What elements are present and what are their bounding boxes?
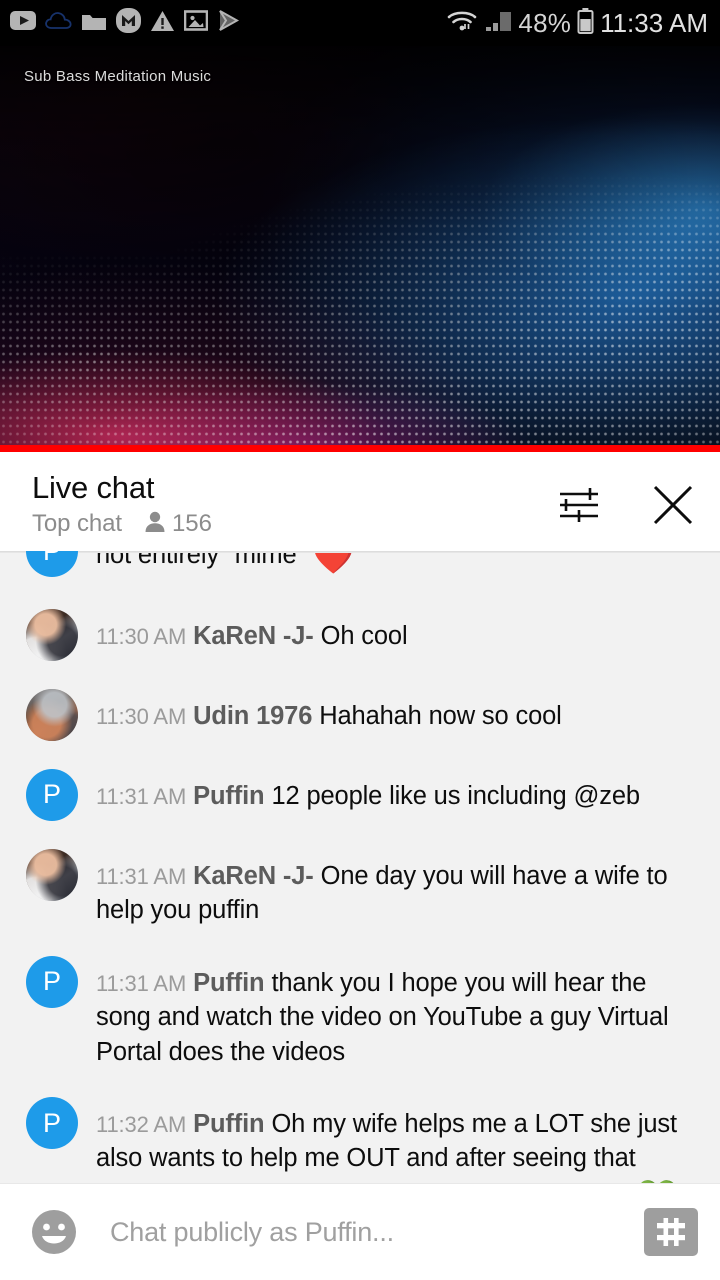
photo-icon	[183, 10, 209, 36]
status-bar: 48% 11:33 AM	[0, 0, 720, 46]
warning-icon	[150, 10, 175, 37]
chat-message-author[interactable]: KaReN -J-	[193, 862, 314, 890]
chat-message[interactable]: P 11:31 AM Puffin 12 people like us includi…	[0, 768, 720, 821]
tune-icon[interactable]	[556, 482, 602, 528]
chat-message-text: Oh cool	[320, 621, 408, 650]
wifi-icon	[446, 8, 478, 39]
chat-message-text: 12 people like us including @zeb	[271, 781, 640, 810]
chat-message[interactable]: 11:31 AM KaReN -J- One day you will have a…	[0, 848, 720, 928]
avatar[interactable]	[26, 608, 78, 661]
live-chat-subheader: Top chat 156	[32, 510, 212, 539]
video-title: Sub Bass Meditation Music	[24, 68, 212, 85]
chat-list-divider	[0, 551, 720, 553]
chat-message-timestamp: 11:32 AM	[96, 1112, 187, 1137]
chat-message-author[interactable]: Udin 1976	[193, 702, 312, 730]
chat-message[interactable]: 11:30 AM Udin 1976 Hahahah now so cool	[0, 688, 720, 741]
chat-message-body: 11:31 AM KaReN -J- One day you will have a…	[96, 849, 702, 928]
chat-message[interactable]: P 11:32 AM Puffin Oh my wife helps me a LOT…	[0, 1097, 720, 1183]
avatar-initial: P	[26, 955, 78, 1008]
chat-message-timestamp: 11:30 AM	[96, 623, 187, 649]
avatar[interactable]: P	[26, 551, 78, 577]
avatar[interactable]	[26, 848, 78, 901]
chat-message-author[interactable]: Puffin	[193, 782, 264, 810]
viewer-count-label: 156	[171, 510, 212, 538]
phone-screen: 48% 11:33 AM Sub Bass Meditation Music L…	[0, 0, 720, 1280]
dollar-icon[interactable]	[644, 1208, 698, 1256]
avatar-initial: P	[26, 1097, 78, 1149]
live-chat-titles: Live chat Top chat 156	[32, 470, 212, 539]
close-icon[interactable]	[650, 482, 696, 528]
chat-message[interactable]: Pnot entirely "mime" ❤️	[0, 551, 720, 581]
clock-label: 11:33 AM	[600, 8, 708, 38]
play-store-icon	[217, 9, 240, 37]
chat-mode-label[interactable]: Top chat	[32, 510, 122, 538]
avatar-photo	[26, 848, 78, 901]
chat-message-body: 11:30 AM Udin 1976 Hahahah now so cool	[96, 689, 702, 733]
page-title: Live chat	[32, 470, 155, 506]
battery-icon	[577, 7, 594, 39]
avatar-initial: P	[26, 551, 78, 577]
video-player[interactable]: Sub Bass Meditation Music	[0, 46, 720, 452]
avatar-photo	[26, 688, 78, 741]
chat-message-text: Hahahah now so cool	[319, 701, 562, 730]
emoji-smile-icon[interactable]	[28, 1206, 80, 1258]
status-bar-system-icons: 48% 11:33 AM	[446, 7, 708, 39]
chat-message-emoji: 💚	[636, 1176, 678, 1183]
mega-icon	[116, 8, 141, 38]
chat-message-timestamp: 11:31 AM	[96, 970, 187, 996]
live-chat-header: Live chat Top chat 156	[0, 459, 720, 551]
status-bar-notification-icons	[10, 8, 240, 38]
chat-message-body: 11:31 AM Puffin 12 people like us includin…	[96, 769, 702, 813]
chat-input-bar	[0, 1183, 720, 1280]
avatar-photo	[26, 608, 78, 661]
chat-message-text: not entirely "mime"	[96, 551, 313, 569]
youtube-icon	[10, 11, 36, 35]
battery-percent-label: 48%	[518, 8, 572, 38]
chat-message-timestamp: 11:31 AM	[96, 783, 187, 809]
chat-message-body: 11:31 AM Puffin thank you I hope you will …	[96, 956, 702, 1069]
avatar[interactable]: P	[26, 1097, 78, 1149]
avatar[interactable]: P	[26, 768, 78, 821]
viewer-count: 156	[144, 510, 212, 539]
folder-icon	[81, 11, 107, 36]
chat-input[interactable]	[110, 1216, 644, 1248]
chat-message-timestamp: 11:30 AM	[96, 703, 187, 729]
chat-message-emoji: ❤️	[312, 551, 355, 576]
chat-message-body: not entirely "mime" ❤️	[96, 551, 702, 581]
chat-message-author[interactable]: KaReN -J-	[193, 622, 314, 650]
cell-signal-icon	[484, 9, 512, 38]
video-thumbnail	[0, 46, 720, 452]
cloud-icon	[45, 11, 72, 35]
avatar-initial: P	[26, 768, 78, 821]
chat-message[interactable]: 11:30 AM KaReN -J- Oh cool	[0, 608, 720, 661]
chat-message-author[interactable]: Puffin	[193, 969, 264, 997]
avatar[interactable]	[26, 688, 78, 741]
chat-message-author[interactable]: Puffin	[193, 1110, 264, 1138]
chat-message-body: 11:32 AM Puffin Oh my wife helps me a LOT …	[96, 1097, 702, 1183]
person-icon	[144, 510, 166, 539]
chat-message-body: 11:30 AM KaReN -J- Oh cool	[96, 609, 702, 653]
avatar[interactable]: P	[26, 955, 78, 1008]
chat-message-timestamp: 11:31 AM	[96, 863, 187, 889]
chat-message[interactable]: P 11:31 AM Puffin thank you I hope you will…	[0, 955, 720, 1069]
chat-message-list[interactable]: Pnot entirely "mime" ❤️11:30 AMKaReN -J-…	[0, 551, 720, 1183]
video-progress-bar[interactable]	[0, 445, 720, 452]
live-chat-header-actions	[556, 482, 696, 528]
